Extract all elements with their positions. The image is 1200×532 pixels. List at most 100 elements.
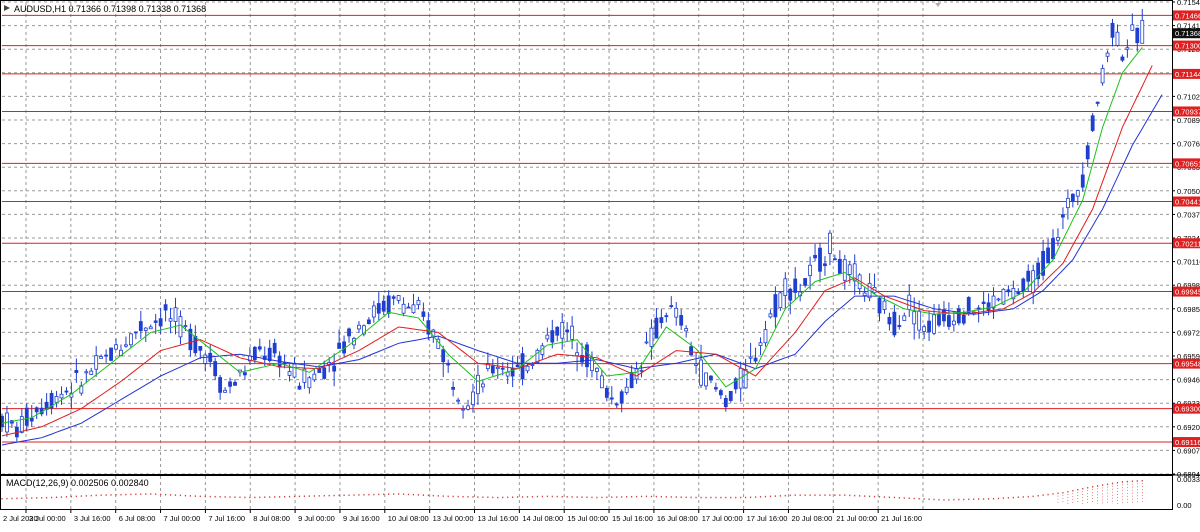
candle-body: [877, 297, 882, 314]
price-tick-label: 0.69460: [1177, 376, 1200, 385]
time-tick-label: 17 Jul 16:00: [747, 514, 788, 523]
candle-body: [753, 357, 758, 362]
candle-body: [689, 346, 694, 356]
candle-body: [932, 314, 936, 334]
candle-body: [1056, 237, 1060, 241]
candle-body: [639, 369, 644, 372]
candle-body: [267, 347, 272, 362]
candle-body: [168, 318, 173, 322]
collapse-arrow-icon[interactable]: [4, 5, 10, 11]
chart-shift-marker: [935, 3, 941, 7]
candle-body: [575, 352, 579, 357]
level-price-label: 0.71466: [1175, 11, 1200, 20]
price-tick-label: 0.69850: [1177, 305, 1200, 314]
candle-body: [684, 328, 689, 332]
candle-body: [892, 311, 897, 336]
candle-body: [386, 295, 391, 314]
candle-body: [357, 324, 361, 330]
candle-body: [818, 247, 822, 272]
trading-chart-window[interactable]: 0.715400.714100.712800.711500.710200.708…: [0, 0, 1200, 527]
candle-body: [1026, 270, 1031, 282]
candle-body: [84, 371, 89, 374]
candle-body: [371, 305, 376, 318]
level-price-label: 0.70651: [1175, 159, 1200, 168]
candle-body: [1085, 145, 1090, 160]
candle-body: [114, 344, 118, 350]
candle-body: [525, 365, 530, 372]
candle-body: [406, 306, 411, 309]
candle-body: [257, 346, 262, 350]
price-chart[interactable]: 0.715400.714100.712800.711500.710200.708…: [0, 0, 1200, 527]
candle-body: [1130, 24, 1135, 31]
time-tick-label: 7 Jul 16:00: [208, 514, 245, 523]
time-tick-label: 9 Jul 00:00: [298, 514, 335, 523]
candle-body: [54, 396, 59, 403]
candle-body: [1115, 31, 1120, 46]
time-tick-label: 13 Jul 00:00: [433, 514, 474, 523]
candle-body: [1110, 22, 1115, 38]
candle-body: [133, 331, 138, 334]
time-tick-label: 6 Jul 08:00: [119, 514, 156, 523]
candle-body: [228, 381, 232, 387]
candle-body: [282, 362, 287, 365]
candle-body: [1095, 101, 1100, 104]
candle-body: [619, 391, 624, 404]
candle-body: [947, 315, 951, 327]
candle-body: [624, 386, 629, 393]
candle-body: [773, 294, 778, 318]
candle-body: [312, 373, 317, 381]
candle-body: [585, 344, 589, 368]
candle-body: [912, 311, 917, 325]
time-tick-label: 9 Jul 16:00: [343, 514, 380, 523]
level-price-label: 0.71300: [1175, 42, 1200, 51]
candle-body: [99, 356, 104, 359]
ma-mid-line: [1, 65, 1153, 437]
candle-body: [391, 296, 396, 299]
candle-body: [545, 334, 550, 340]
ma-fast-line: [1, 47, 1143, 424]
candle-body: [951, 320, 956, 326]
candle-body: [307, 377, 312, 389]
candle-body: [337, 342, 342, 349]
candle-body: [808, 264, 812, 276]
candle-body: [456, 399, 461, 402]
price-tick-label: 0.70500: [1177, 187, 1200, 196]
candle-body: [59, 393, 64, 399]
candle-body: [927, 320, 931, 333]
candle-body: [143, 327, 148, 331]
price-tick-label: 0.69070: [1177, 446, 1200, 455]
candle-body: [193, 335, 198, 354]
candle-body: [609, 397, 614, 400]
symbol-title: AUDUSD,H1 0.71366 0.71398 0.71338 0.7136…: [14, 4, 206, 14]
candle-body: [907, 294, 912, 310]
candle-body: [1105, 52, 1110, 57]
candle-body: [1070, 193, 1075, 202]
candle-body: [223, 389, 227, 393]
time-tick-label: 10 Jul 08:00: [388, 514, 429, 523]
candle-body: [89, 370, 94, 375]
candle-body: [917, 310, 922, 331]
candle-body: [674, 307, 679, 318]
time-tick-label: 21 Jul 16:00: [881, 514, 922, 523]
time-tick-label: 13 Jul 16:00: [478, 514, 519, 523]
candle-body: [252, 346, 257, 361]
level-price-label: 0.70441: [1175, 198, 1200, 207]
level-price-label: 0.69116: [1175, 438, 1200, 447]
candle-body: [426, 320, 431, 335]
ma-slow-line: [1, 94, 1163, 446]
candle-body: [937, 313, 941, 326]
candle-body: [530, 364, 535, 366]
candle-body: [956, 308, 961, 324]
candle-body: [728, 390, 733, 401]
candle-body: [709, 375, 713, 381]
candle-body: [902, 315, 907, 321]
macd-scale-label: 0.00: [1177, 501, 1192, 510]
candle-body: [793, 278, 798, 293]
price-tick-label: 0.70890: [1177, 116, 1200, 125]
price-tick-label: 0.70370: [1177, 210, 1200, 219]
candle-body: [748, 356, 753, 359]
candle-body: [922, 326, 927, 332]
candle-body: [461, 408, 465, 411]
candle-body: [421, 311, 426, 317]
level-price-label: 0.69300: [1175, 405, 1200, 414]
